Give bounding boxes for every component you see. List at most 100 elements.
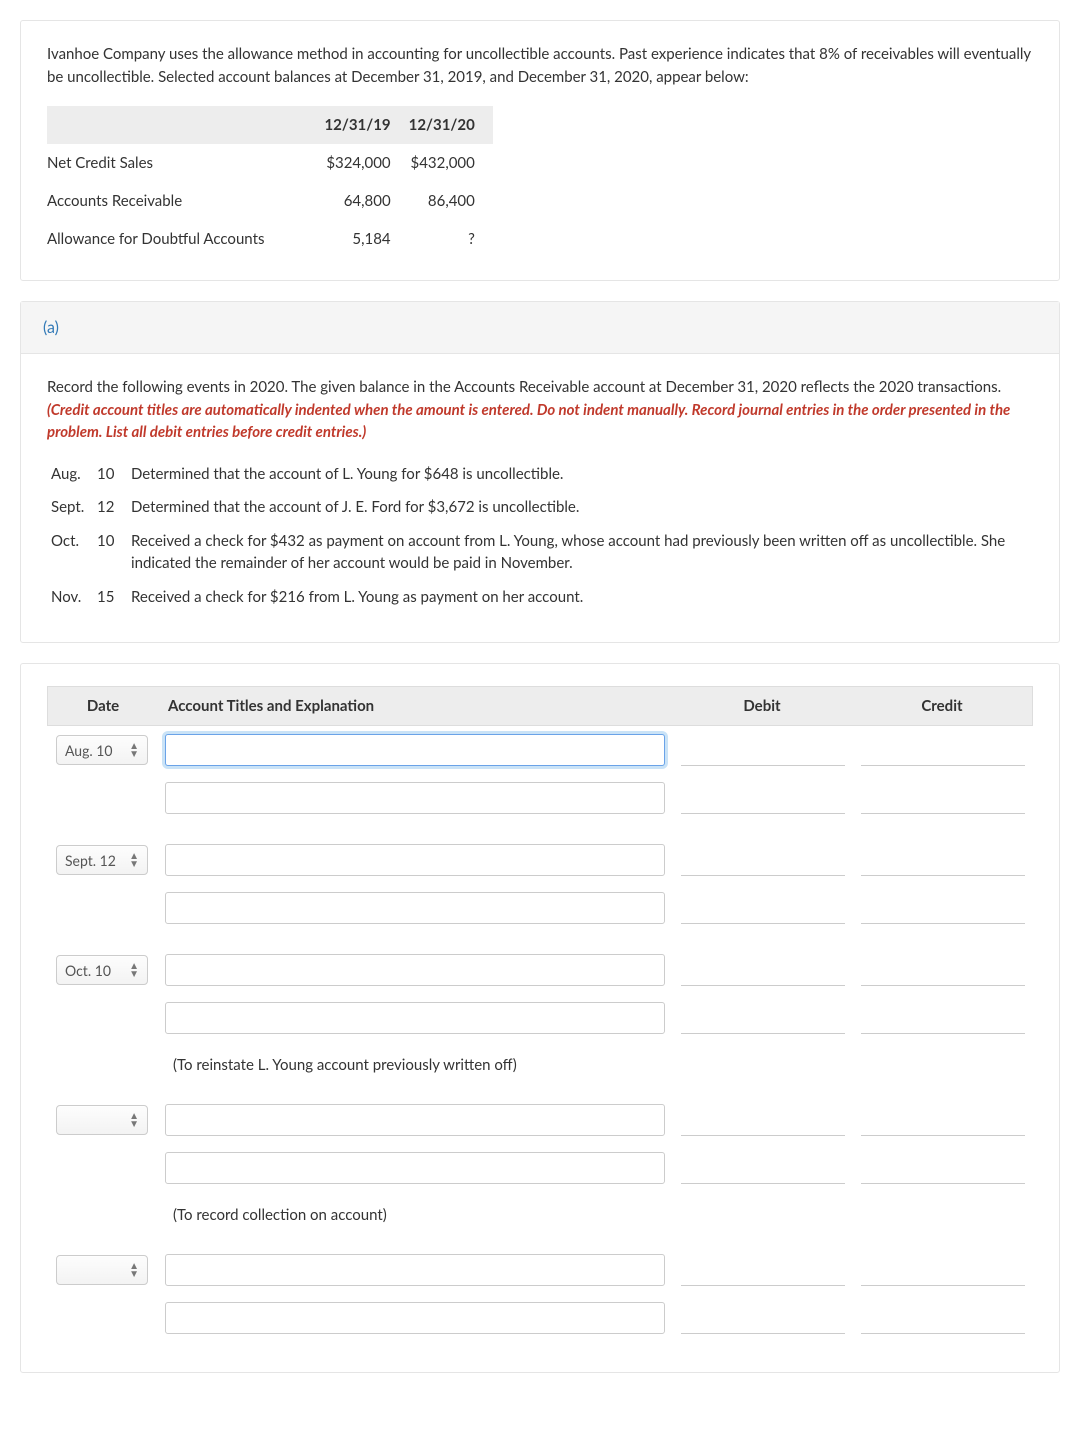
date-select[interactable]: ▲▼ [56, 1105, 148, 1135]
balances-table: 12/31/19 12/31/20 Net Credit Sales $324,… [47, 106, 493, 258]
journal-row [47, 774, 1033, 822]
credit-input[interactable] [861, 782, 1025, 814]
debit-input[interactable] [681, 954, 845, 986]
debit-input[interactable] [681, 1002, 845, 1034]
account-title-input[interactable] [165, 892, 665, 924]
col-header-title: Account Titles and Explanation [158, 687, 672, 725]
table-row: Accounts Receivable 64,800 86,400 [47, 182, 493, 220]
event-desc: Received a check for $432 as payment on … [131, 531, 1033, 575]
event-month: Sept. [51, 497, 97, 519]
problem-panel: Ivanhoe Company uses the allowance metho… [20, 20, 1060, 281]
journal-row: ▲▼ [47, 1246, 1033, 1294]
sort-icon: ▲▼ [129, 742, 139, 758]
event-month: Oct. [51, 531, 97, 553]
event-day: 12 [97, 497, 131, 519]
event-row: Nov. 15 Received a check for $216 from L… [51, 587, 1033, 609]
date-select[interactable]: Aug. 10 ▲▼ [56, 735, 148, 765]
sort-icon: ▲▼ [129, 962, 139, 978]
row-label: Accounts Receivable [47, 182, 324, 220]
journal-row [47, 1294, 1033, 1342]
journal-row: Oct. 10 ▲▼ [47, 946, 1033, 994]
account-title-input[interactable] [165, 782, 665, 814]
col-header-credit: Credit [852, 687, 1032, 725]
credit-input[interactable] [861, 1104, 1025, 1136]
entry-explanation: (To record collection on account) [165, 1200, 665, 1238]
journal-explanation-row: (To record collection on account) [47, 1192, 1033, 1246]
events-list: Aug. 10 Determined that the account of L… [51, 464, 1033, 609]
journal-row [47, 884, 1033, 932]
col-header-date: Date [48, 687, 158, 725]
sort-icon: ▲▼ [129, 1262, 139, 1278]
row-label: Net Credit Sales [47, 144, 324, 182]
debit-input[interactable] [681, 782, 845, 814]
instructions-text: Record the following events in 2020. The… [47, 376, 1033, 444]
part-a-panel: (a) Record the following events in 2020.… [20, 301, 1060, 643]
journal-explanation-row: (To reinstate L. Young account previousl… [47, 1042, 1033, 1096]
credit-input[interactable] [861, 734, 1025, 766]
debit-input[interactable] [681, 1302, 845, 1334]
debit-input[interactable] [681, 844, 845, 876]
row-value: ? [409, 220, 493, 258]
row-value: $432,000 [409, 144, 493, 182]
balances-header-2020: 12/31/20 [409, 106, 493, 144]
col-header-debit: Debit [672, 687, 852, 725]
instructions-plain: Record the following events in 2020. The… [47, 378, 1001, 396]
problem-intro: Ivanhoe Company uses the allowance metho… [47, 43, 1033, 88]
date-select[interactable]: Sept. 12 ▲▼ [56, 845, 148, 875]
account-title-input[interactable] [165, 734, 665, 766]
date-select-value: Sept. 12 [65, 852, 116, 869]
journal-row: Aug. 10 ▲▼ [47, 726, 1033, 774]
balances-header-blank [47, 106, 324, 144]
date-select-value: Aug. 10 [65, 742, 113, 759]
account-title-input[interactable] [165, 1104, 665, 1136]
journal-row: Sept. 12 ▲▼ [47, 836, 1033, 884]
debit-input[interactable] [681, 892, 845, 924]
account-title-input[interactable] [165, 1302, 665, 1334]
event-desc: Received a check for $216 from L. Young … [131, 587, 1033, 609]
account-title-input[interactable] [165, 1152, 665, 1184]
debit-input[interactable] [681, 1152, 845, 1184]
journal-row: ▲▼ [47, 1096, 1033, 1144]
table-row: Net Credit Sales $324,000 $432,000 [47, 144, 493, 182]
date-select[interactable]: Oct. 10 ▲▼ [56, 955, 148, 985]
sort-icon: ▲▼ [129, 852, 139, 868]
event-day: 15 [97, 587, 131, 609]
credit-input[interactable] [861, 1302, 1025, 1334]
account-title-input[interactable] [165, 1254, 665, 1286]
credit-input[interactable] [861, 954, 1025, 986]
debit-input[interactable] [681, 734, 845, 766]
credit-input[interactable] [861, 1254, 1025, 1286]
account-title-input[interactable] [165, 954, 665, 986]
instructions-red: (Credit account titles are automatically… [47, 401, 1010, 442]
event-day: 10 [97, 464, 131, 486]
event-day: 10 [97, 531, 131, 553]
row-value: 86,400 [409, 182, 493, 220]
event-row: Sept. 12 Determined that the account of … [51, 497, 1033, 519]
row-value: 64,800 [324, 182, 408, 220]
debit-input[interactable] [681, 1254, 845, 1286]
account-title-input[interactable] [165, 844, 665, 876]
event-desc: Determined that the account of L. Young … [131, 464, 1033, 486]
row-value: 5,184 [324, 220, 408, 258]
credit-input[interactable] [861, 1002, 1025, 1034]
event-row: Oct. 10 Received a check for $432 as pay… [51, 531, 1033, 575]
credit-input[interactable] [861, 844, 1025, 876]
credit-input[interactable] [861, 1152, 1025, 1184]
table-row: Allowance for Doubtful Accounts 5,184 ? [47, 220, 493, 258]
row-label: Allowance for Doubtful Accounts [47, 220, 324, 258]
row-value: $324,000 [324, 144, 408, 182]
account-title-input[interactable] [165, 1002, 665, 1034]
event-row: Aug. 10 Determined that the account of L… [51, 464, 1033, 486]
credit-input[interactable] [861, 892, 1025, 924]
event-month: Aug. [51, 464, 97, 486]
sort-icon: ▲▼ [129, 1112, 139, 1128]
journal-panel: Date Account Titles and Explanation Debi… [20, 663, 1060, 1373]
date-select[interactable]: ▲▼ [56, 1255, 148, 1285]
entry-explanation: (To reinstate L. Young account previousl… [165, 1050, 665, 1088]
date-select-value: Oct. 10 [65, 962, 111, 979]
journal-row [47, 994, 1033, 1042]
part-a-header: (a) [21, 302, 1059, 354]
event-month: Nov. [51, 587, 97, 609]
debit-input[interactable] [681, 1104, 845, 1136]
journal-row [47, 1144, 1033, 1192]
